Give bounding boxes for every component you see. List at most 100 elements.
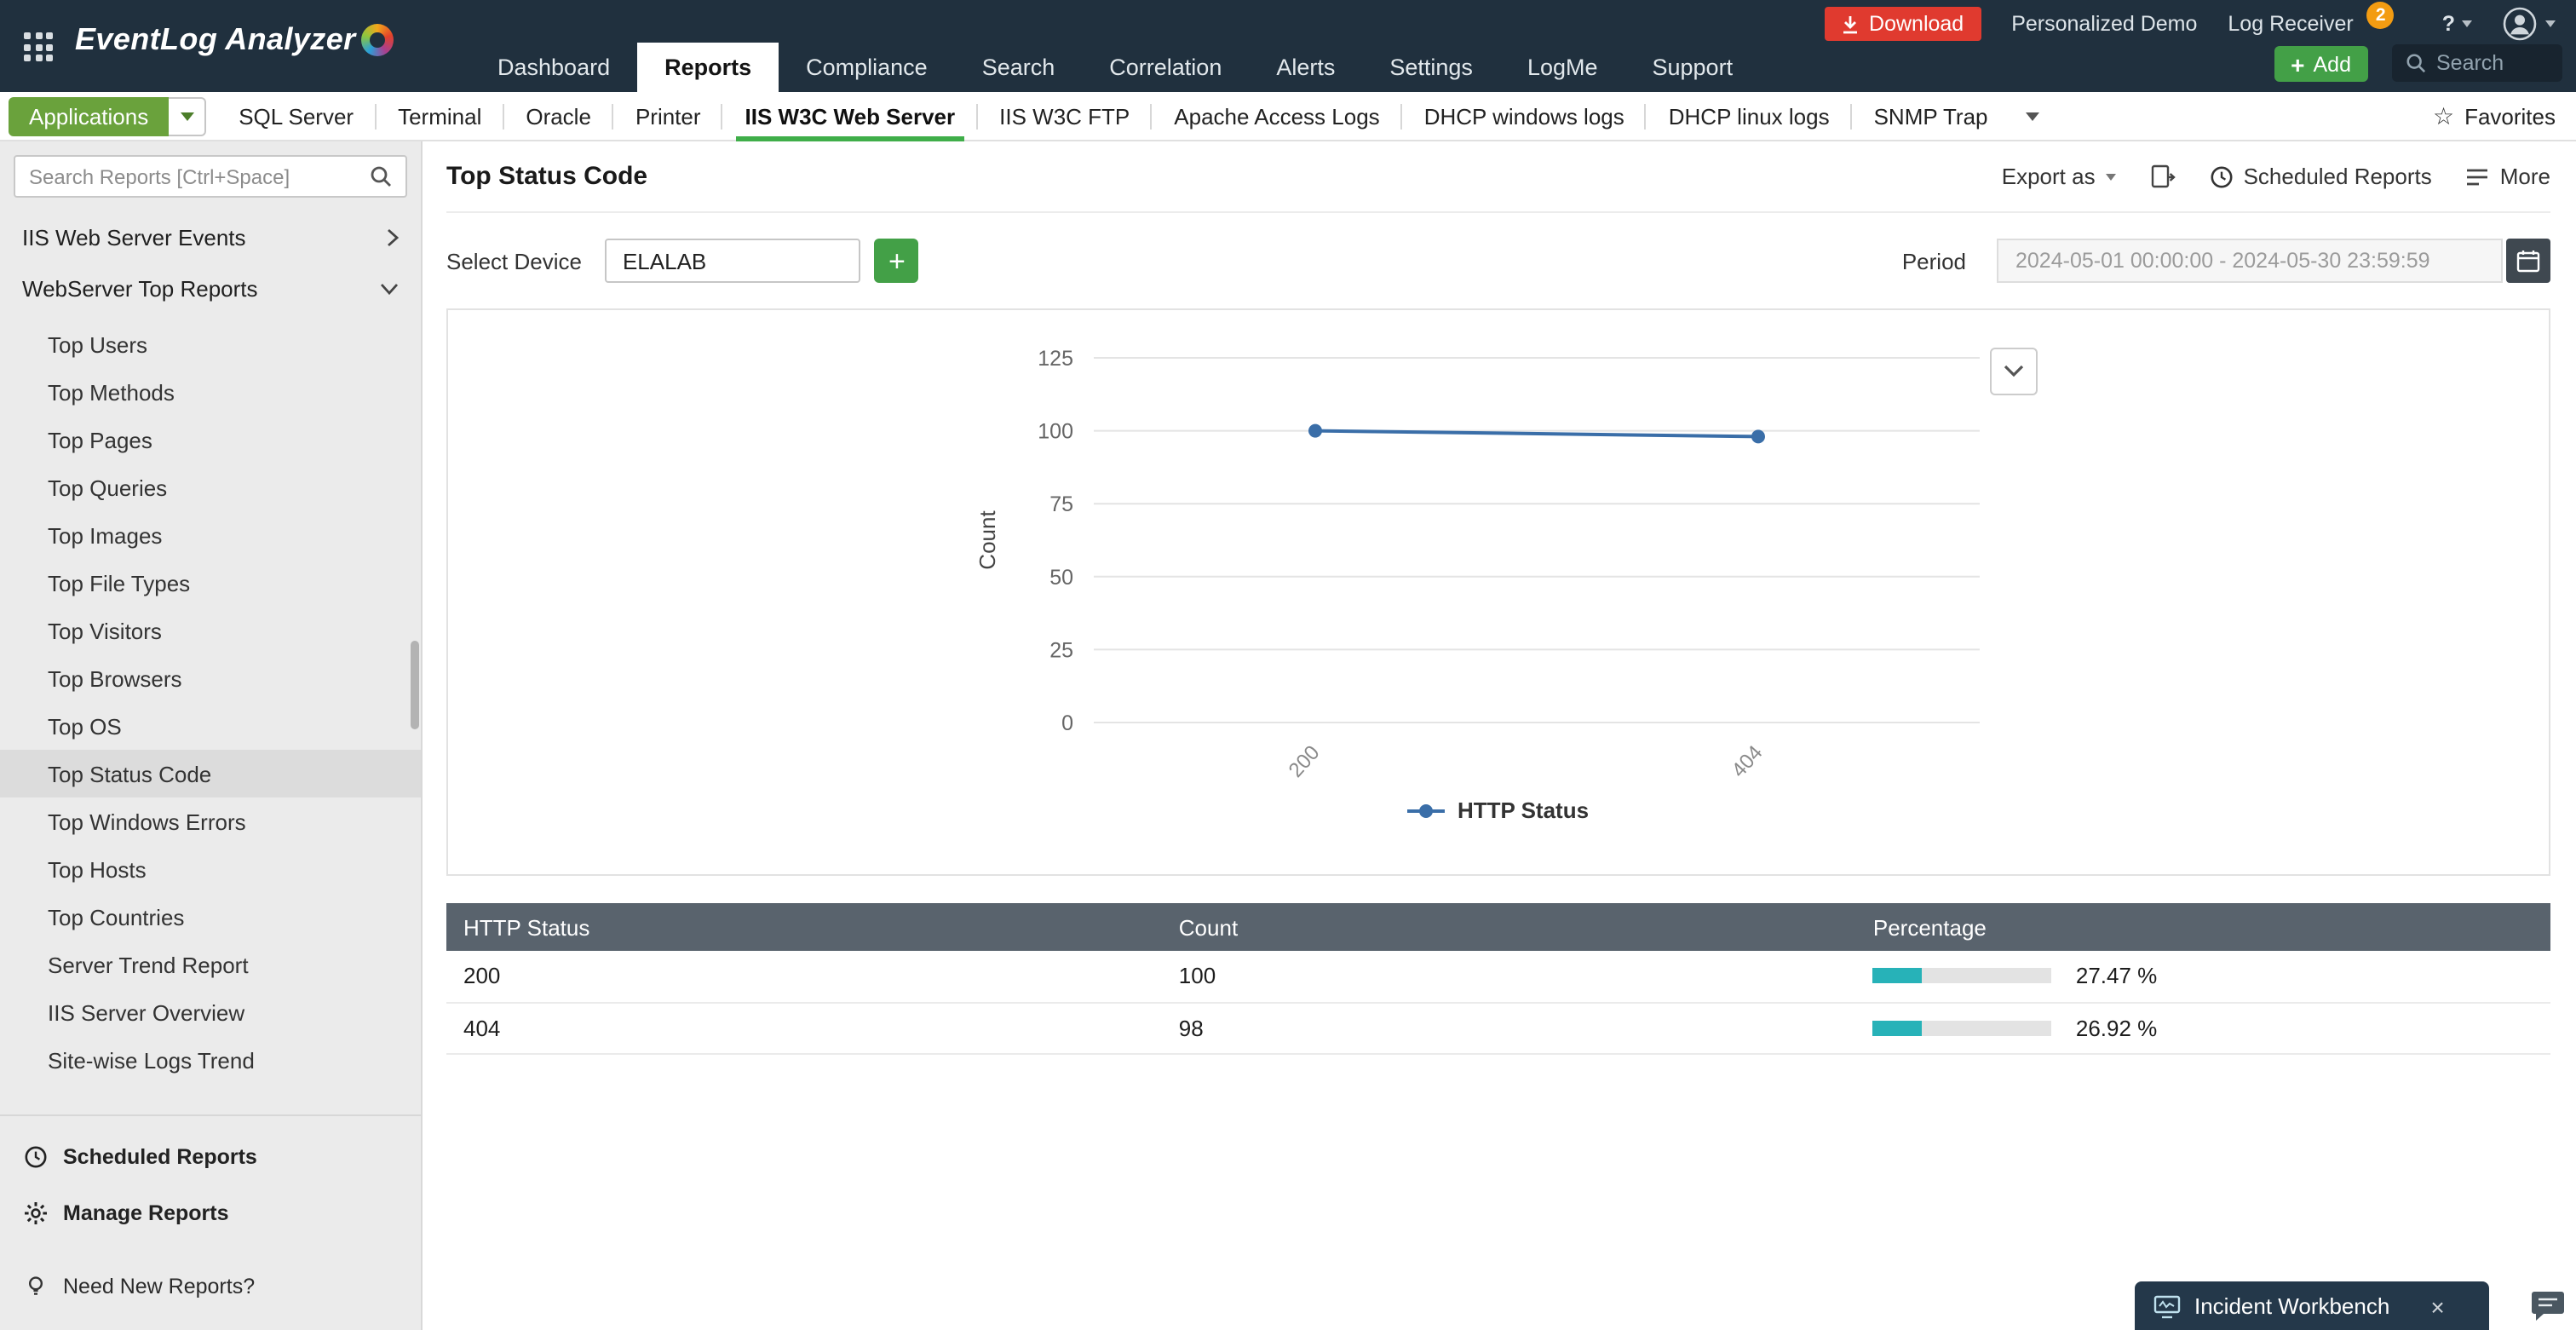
star-icon: ☆ xyxy=(2433,101,2454,130)
calendar-icon xyxy=(2516,249,2540,273)
tab-iis-w3c-web-server[interactable]: IIS W3C Web Server xyxy=(723,92,978,140)
add-button[interactable]: +Add xyxy=(2274,46,2368,82)
chat-widget-button[interactable] xyxy=(2530,1290,2566,1322)
percentage-text: 26.92 % xyxy=(2076,1015,2157,1040)
incident-workbench-bar[interactable]: Incident Workbench × xyxy=(2135,1281,2489,1330)
percentage-text: 27.47 % xyxy=(2076,964,2157,989)
help-menu[interactable]: ? xyxy=(2442,12,2472,36)
sidebar-item-top-countries[interactable]: Top Countries xyxy=(0,893,421,941)
search-icon xyxy=(2406,53,2426,73)
report-list: Top UsersTop MethodsTop PagesTop Queries… xyxy=(0,320,421,1084)
sidebar-manage-reports[interactable]: Manage Reports xyxy=(0,1184,421,1241)
sidebar-item-top-windows-errors[interactable]: Top Windows Errors xyxy=(0,797,421,845)
report-title-row: Top Status Code Export as Scheduled Repo… xyxy=(446,141,2550,213)
sidebar-item-top-os[interactable]: Top OS xyxy=(0,702,421,750)
log-receiver-link[interactable]: Log Receiver xyxy=(2228,12,2353,36)
user-menu[interactable] xyxy=(2503,7,2556,41)
tab-dhcp-windows-logs[interactable]: DHCP windows logs xyxy=(1402,92,1647,140)
svg-text:125: 125 xyxy=(1037,347,1072,371)
personalized-demo-link[interactable]: Personalized Demo xyxy=(2011,12,2197,36)
sidebar-item-top-file-types[interactable]: Top File Types xyxy=(0,559,421,607)
export-as-button[interactable]: Export as xyxy=(2002,164,2116,189)
sidebar-search[interactable] xyxy=(14,155,407,198)
legend-marker-icon xyxy=(1408,809,1446,812)
calendar-button[interactable] xyxy=(2506,239,2550,283)
applications-caret[interactable] xyxy=(169,96,206,135)
section-label: WebServer Top Reports xyxy=(22,275,258,301)
legend-label: HTTP Status xyxy=(1458,797,1589,823)
tab-oracle[interactable]: Oracle xyxy=(503,92,613,140)
sidebar-section-webserver-top-reports[interactable]: WebServer Top Reports xyxy=(0,262,421,314)
status-table-header-row: HTTP StatusCountPercentage xyxy=(446,903,2550,951)
sidebar-item-site-wise-logs-trend[interactable]: Site-wise Logs Trend xyxy=(0,1036,421,1084)
sidebar-item-top-images[interactable]: Top Images xyxy=(0,511,421,559)
add-device-button[interactable]: + xyxy=(875,239,919,283)
chart-legend[interactable]: HTTP Status xyxy=(1408,797,1589,823)
footer-label: Need New Reports? xyxy=(63,1274,255,1298)
device-select[interactable]: ELALAB xyxy=(606,239,861,283)
tab-sql-server[interactable]: SQL Server xyxy=(216,92,376,140)
favorites-button[interactable]: ☆Favorites xyxy=(2433,92,2556,140)
sidebar-item-iis-server-overview[interactable]: IIS Server Overview xyxy=(0,988,421,1036)
tabs-overflow-button[interactable] xyxy=(2010,92,2055,140)
clock-icon xyxy=(24,1144,48,1168)
sidebar-item-top-visitors[interactable]: Top Visitors xyxy=(0,607,421,654)
tab-printer[interactable]: Printer xyxy=(613,92,723,140)
tab-dhcp-linux-logs[interactable]: DHCP linux logs xyxy=(1647,92,1852,140)
clock-icon xyxy=(2210,164,2234,188)
tab-iis-w3c-ftp[interactable]: IIS W3C FTP xyxy=(977,92,1152,140)
nav-item-search[interactable]: Search xyxy=(955,43,1083,92)
apps-grid-icon[interactable] xyxy=(24,32,53,61)
download-label: Download xyxy=(1869,12,1964,36)
sidebar-item-top-queries[interactable]: Top Queries xyxy=(0,463,421,511)
nav-item-settings[interactable]: Settings xyxy=(1362,43,1500,92)
nav-item-support[interactable]: Support xyxy=(1625,43,1761,92)
period-label: Period xyxy=(1902,248,1966,273)
tab-snmp-trap[interactable]: SNMP Trap xyxy=(1852,92,2010,140)
tab-apache-access-logs[interactable]: Apache Access Logs xyxy=(1152,92,1401,140)
nav-item-reports[interactable]: Reports xyxy=(637,43,779,92)
notification-badge[interactable]: 2 xyxy=(2367,2,2395,29)
svg-text:75: 75 xyxy=(1049,492,1072,516)
cell-http-status: 200 xyxy=(446,951,1162,1002)
sidebar-item-server-trend-report[interactable]: Server Trend Report xyxy=(0,941,421,988)
sidebar-item-top-hosts[interactable]: Top Hosts xyxy=(0,845,421,893)
chart-collapse-button[interactable] xyxy=(1990,348,2038,395)
sidebar-scrollbar-thumb[interactable] xyxy=(411,641,419,729)
status-table: HTTP StatusCountPercentage 20010027.47 %… xyxy=(446,903,2550,1054)
period-input[interactable]: 2024-05-01 00:00:00 - 2024-05-30 23:59:5… xyxy=(1997,239,2503,283)
scheduled-reports-button[interactable]: Scheduled Reports xyxy=(2210,164,2432,189)
more-label: More xyxy=(2500,164,2550,189)
export-as-label: Export as xyxy=(2002,164,2096,189)
chevron-down-icon xyxy=(380,282,399,294)
chevron-down-icon xyxy=(2545,20,2556,27)
download-button[interactable]: Download xyxy=(1825,7,1981,41)
svg-text:Count: Count xyxy=(974,510,999,570)
sidebar-need-new-reports[interactable]: Need New Reports? xyxy=(0,1258,421,1314)
sidebar-scheduled-reports[interactable]: Scheduled Reports xyxy=(0,1128,421,1184)
nav-item-compliance[interactable]: Compliance xyxy=(779,43,955,92)
nav-item-logme[interactable]: LogMe xyxy=(1500,43,1625,92)
sidebar-section-iis-web-server-events[interactable]: IIS Web Server Events xyxy=(0,211,421,262)
sidebar-item-top-browsers[interactable]: Top Browsers xyxy=(0,654,421,702)
sidebar-item-top-users[interactable]: Top Users xyxy=(0,320,421,368)
gear-icon xyxy=(24,1200,48,1224)
lightbulb-icon xyxy=(24,1274,48,1298)
sidebar-search-input[interactable] xyxy=(29,164,359,188)
tab-terminal[interactable]: Terminal xyxy=(376,92,503,140)
sidebar-item-top-methods[interactable]: Top Methods xyxy=(0,368,421,416)
header-search[interactable] xyxy=(2392,44,2562,82)
header-search-input[interactable] xyxy=(2436,51,2539,75)
sidebar-item-top-status-code[interactable]: Top Status Code xyxy=(0,750,421,797)
more-button[interactable]: More xyxy=(2466,164,2550,189)
export-file-icon[interactable] xyxy=(2150,164,2176,189)
sidebar-item-top-pages[interactable]: Top Pages xyxy=(0,416,421,463)
nav-item-alerts[interactable]: Alerts xyxy=(1249,43,1362,92)
applications-selector[interactable]: Applications xyxy=(9,96,169,135)
nav-item-dashboard[interactable]: Dashboard xyxy=(470,43,637,92)
close-icon[interactable]: × xyxy=(2430,1294,2444,1318)
chevron-right-icon xyxy=(387,227,399,246)
app-tabs: SQL ServerTerminalOraclePrinterIIS W3C W… xyxy=(216,92,2010,140)
list-icon xyxy=(2466,166,2490,187)
nav-item-correlation[interactable]: Correlation xyxy=(1082,43,1249,92)
